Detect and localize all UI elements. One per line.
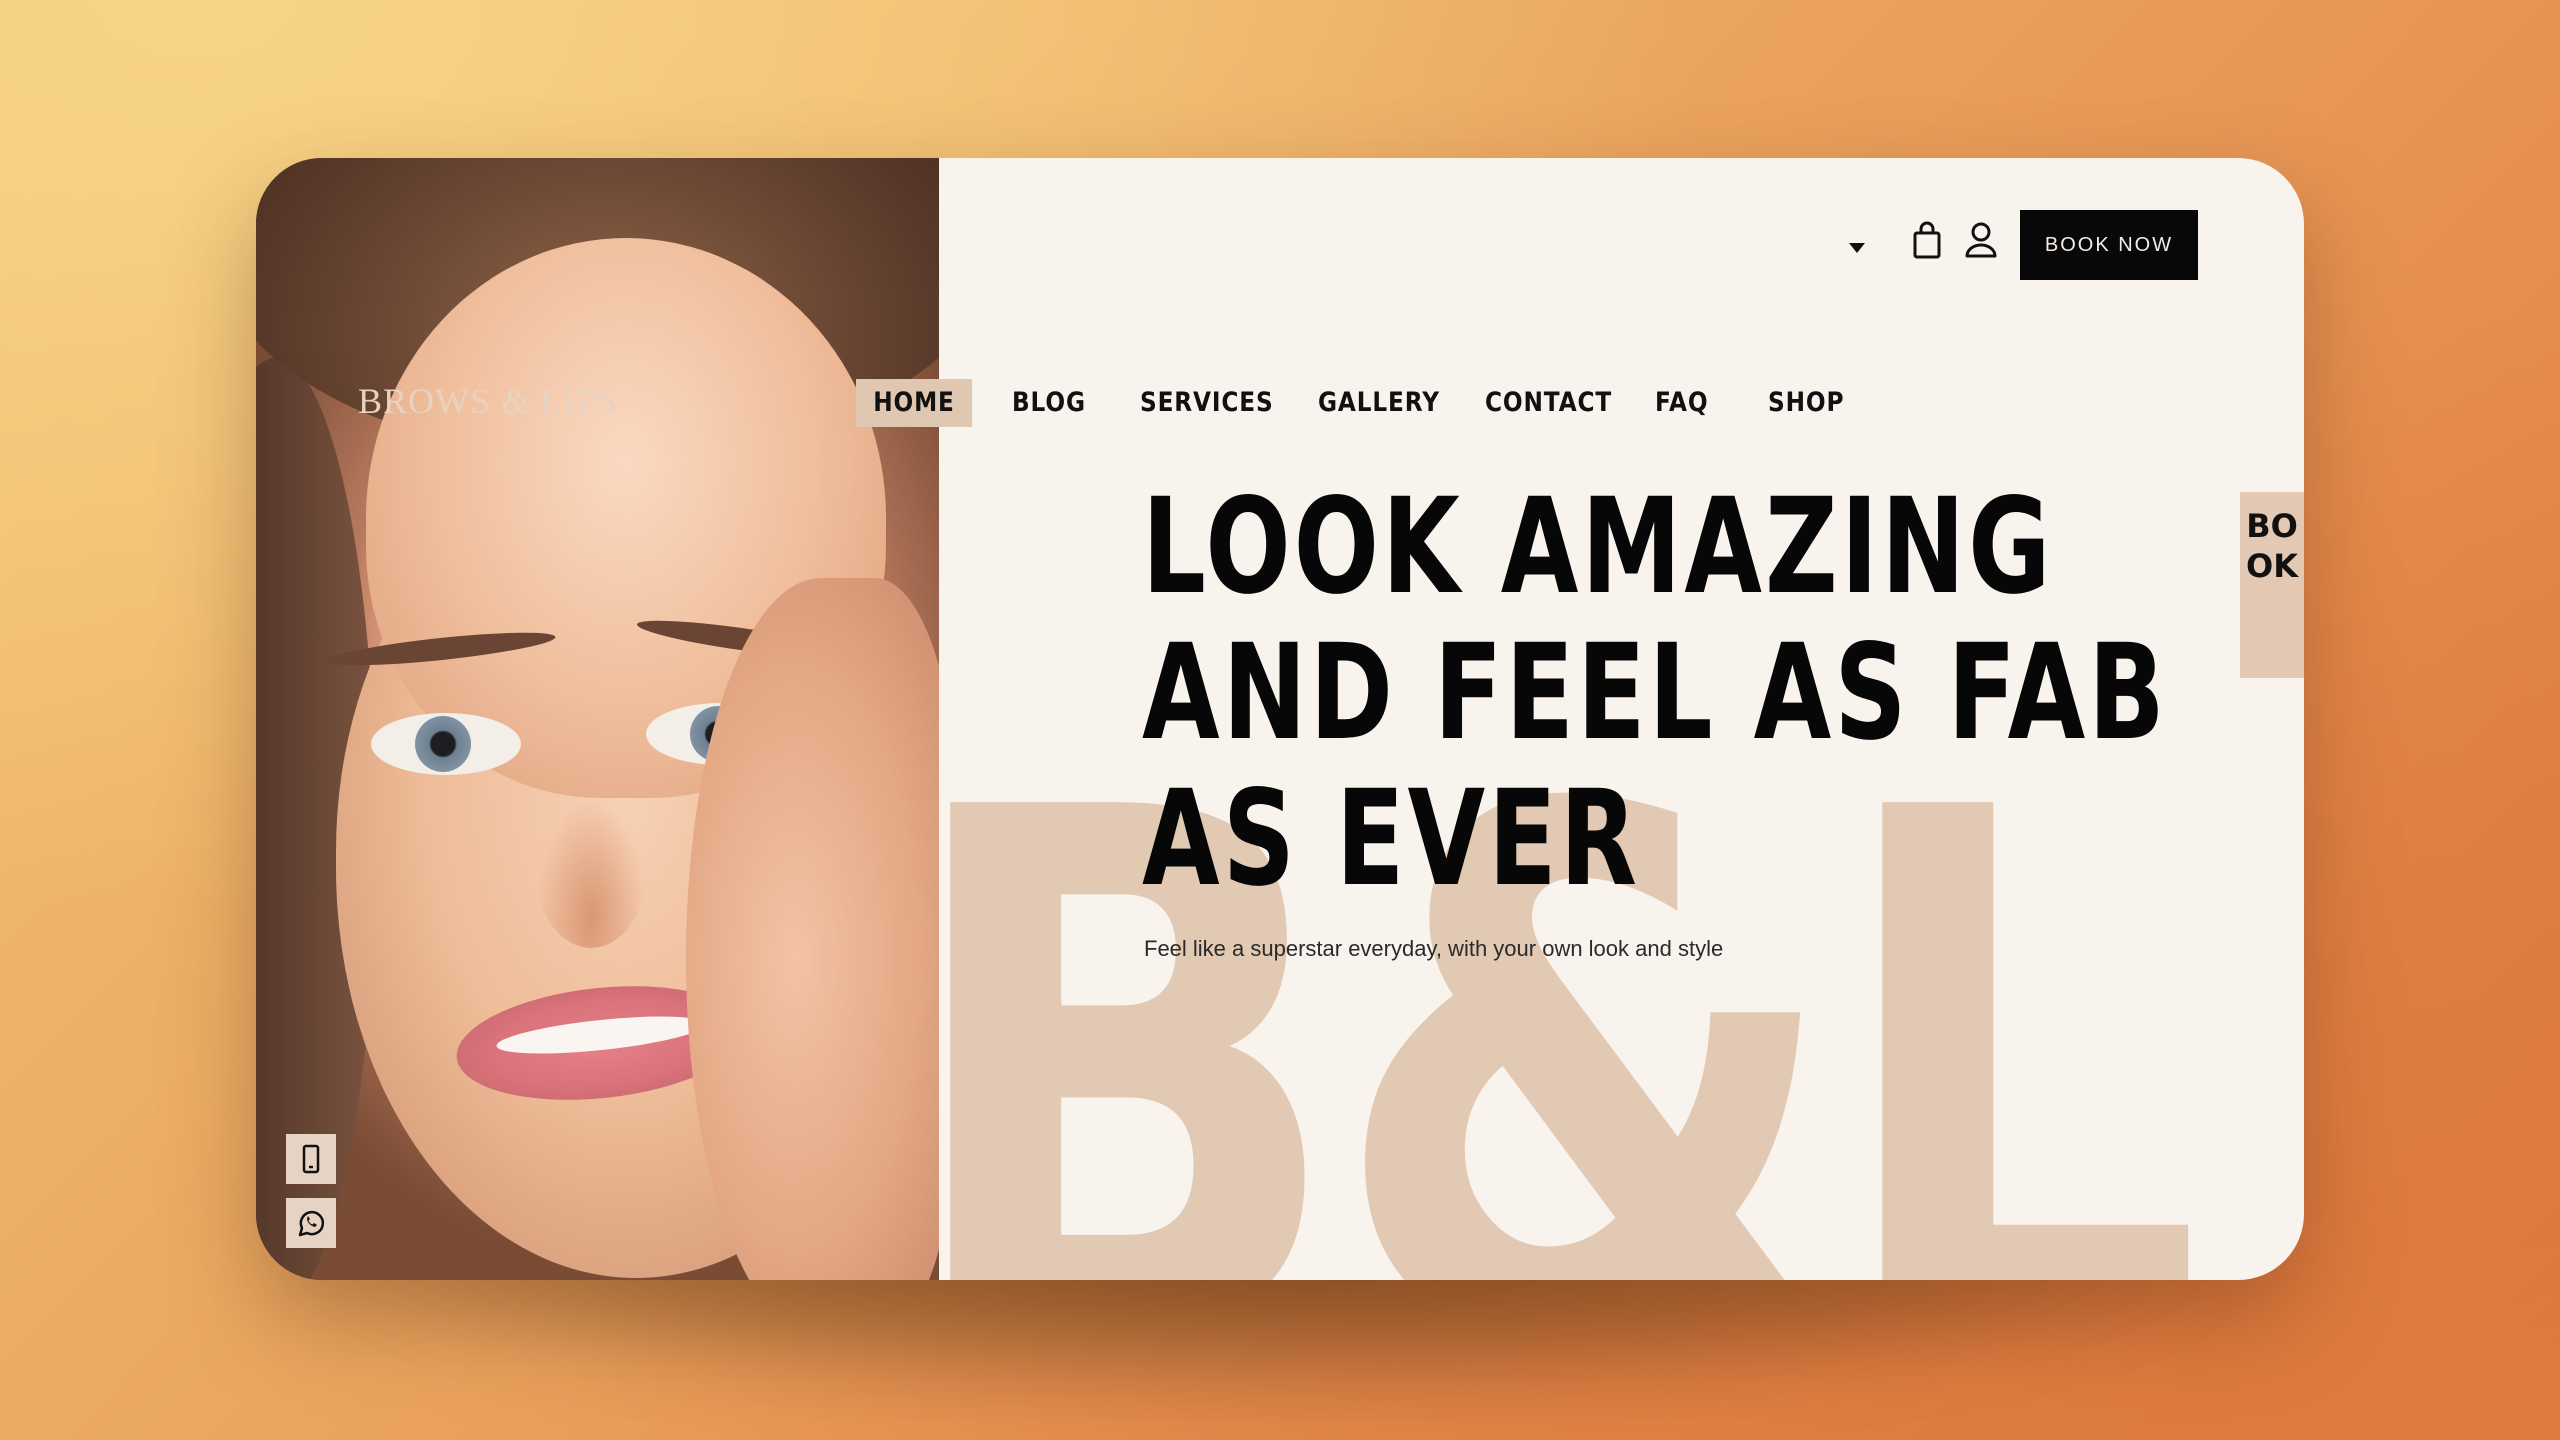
nav-item-home[interactable]: HOME <box>856 379 972 427</box>
shopping-bag-icon[interactable] <box>1912 220 1942 260</box>
side-book-tab[interactable]: BOOK <box>2240 492 2304 678</box>
logo-text-brows: BROWS <box>358 381 502 421</box>
chevron-down-icon[interactable] <box>1849 243 1865 253</box>
hero-subtitle: Feel like a superstar everyday, with you… <box>1144 936 1724 961</box>
hero-headline-line-2: AND FEEL AS FAB <box>1142 616 2168 770</box>
hero-headline-line-3: AS EVER <box>1142 762 1641 916</box>
hero-headline: LOOK AMAZING AND FEEL AS FAB AS EVER <box>1142 474 2168 912</box>
book-now-button[interactable]: BOOK NOW <box>2020 210 2198 280</box>
whatsapp-icon <box>298 1210 325 1237</box>
whatsapp-contact-button[interactable] <box>286 1198 336 1248</box>
nav-item-services[interactable]: SERVICES <box>1140 379 1274 427</box>
nav-item-gallery[interactable]: GALLERY <box>1318 379 1440 427</box>
logo-ampersand: & <box>501 381 531 421</box>
hero-headline-line-1: LOOK AMAZING <box>1142 470 2054 624</box>
nav-item-blog[interactable]: BLOG <box>1012 379 1086 427</box>
hero-portrait-image <box>256 158 939 1280</box>
website-hero-card: B&L BROWS & LIPS HOME BLOG SERVICES GALL… <box>256 158 2304 1280</box>
phone-contact-button[interactable] <box>286 1134 336 1184</box>
nav-item-faq[interactable]: FAQ <box>1655 379 1708 427</box>
mobile-phone-icon <box>302 1144 320 1174</box>
nav-item-contact[interactable]: CONTACT <box>1485 379 1612 427</box>
logo-text-lips: LIPS <box>530 381 619 421</box>
user-icon[interactable] <box>1964 220 1998 260</box>
site-logo[interactable]: BROWS & LIPS <box>358 380 618 422</box>
side-book-tab-label: BOOK <box>2246 507 2298 585</box>
nav-item-shop[interactable]: SHOP <box>1768 379 1844 427</box>
